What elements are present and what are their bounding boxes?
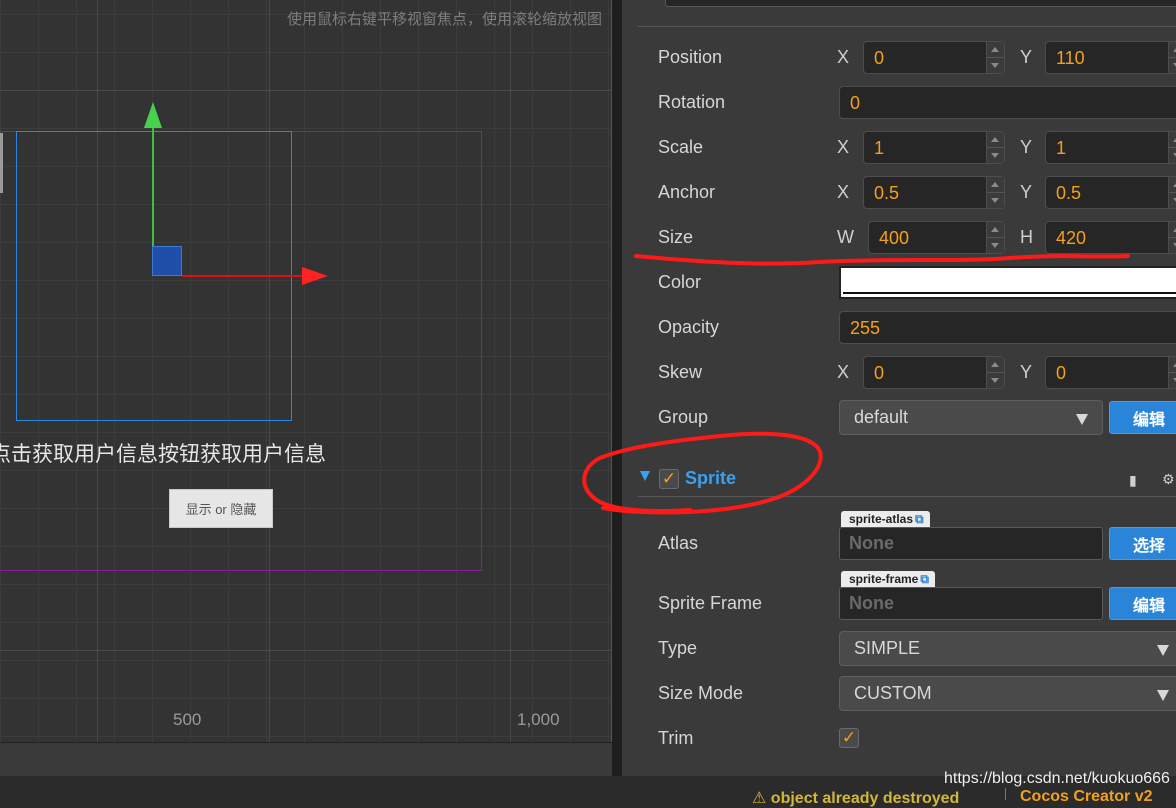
size-underline-annotation bbox=[634, 254, 1130, 266]
annotation-overlay bbox=[582, 254, 1130, 515]
sprite-circle-annotation bbox=[582, 431, 823, 515]
